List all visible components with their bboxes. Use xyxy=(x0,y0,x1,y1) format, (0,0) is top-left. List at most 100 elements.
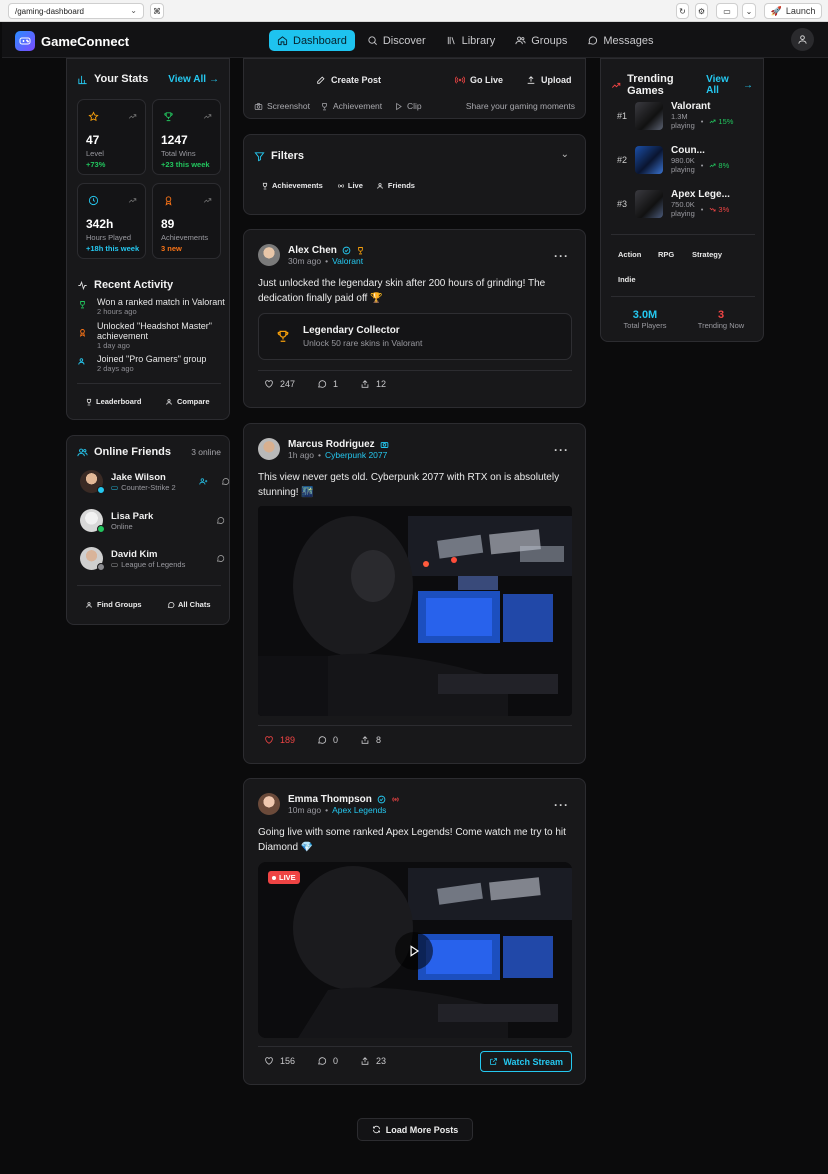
stat-label: Achievements xyxy=(161,233,209,242)
user-icon xyxy=(798,35,807,44)
verified-icon xyxy=(377,795,386,803)
message-icon[interactable] xyxy=(221,477,230,486)
find-groups-button[interactable]: Find Groups xyxy=(86,600,142,609)
stat-hours-played[interactable]: 342h Hours Played +18h this week xyxy=(77,183,146,259)
window-icon[interactable]: ▭ xyxy=(716,3,738,19)
friend-item[interactable]: David Kim ▭ League of Legends xyxy=(80,547,225,571)
trophy-icon xyxy=(86,398,92,405)
comment-button[interactable]: 1 xyxy=(317,379,338,389)
post-game[interactable]: Cyberpunk 2077 xyxy=(325,450,387,460)
nav-messages[interactable]: Messages xyxy=(579,30,661,51)
watch-stream-label: Watch Stream xyxy=(503,1056,563,1067)
filters-title-text: Filters xyxy=(271,150,305,162)
post-author[interactable]: Marcus Rodriguez xyxy=(288,439,375,450)
play-button[interactable] xyxy=(395,932,433,970)
message-icon[interactable] xyxy=(216,554,225,563)
comment-button[interactable]: 0 xyxy=(317,735,338,745)
chevron-down-icon[interactable]: ⌄ xyxy=(742,3,756,19)
camera-icon xyxy=(380,441,389,448)
nav-discover[interactable]: Discover xyxy=(359,30,434,51)
profile-button[interactable] xyxy=(791,28,814,51)
trending-down-icon xyxy=(710,207,716,211)
recent-activity-title: Recent Activity xyxy=(77,279,173,291)
filters-card: Filters ⌄ Achievements Live Friends xyxy=(243,134,586,215)
leaderboard-button[interactable]: Leaderboard xyxy=(85,397,141,406)
trending-game-row[interactable]: #3 Apex Lege... 750.0K playing • 3% xyxy=(617,189,730,218)
reload-icon[interactable]: ↻ xyxy=(676,3,689,19)
post-image[interactable] xyxy=(258,506,572,716)
share-button[interactable]: 8 xyxy=(360,735,381,745)
upload-button[interactable]: Upload xyxy=(526,75,572,85)
watch-stream-button[interactable]: Watch Stream xyxy=(480,1051,572,1072)
total-players-stat: 3.0M Total Players xyxy=(611,309,679,330)
screenshot-button[interactable]: Screenshot xyxy=(254,101,310,111)
chevron-down-icon[interactable]: ⌄ xyxy=(130,6,137,15)
game-change: 15% xyxy=(718,116,734,126)
live-stream-preview[interactable]: LIVE xyxy=(258,862,572,1038)
divider xyxy=(77,383,221,384)
avatar[interactable] xyxy=(258,793,280,815)
filter-chip-friends[interactable]: Friends xyxy=(377,181,415,190)
load-more-button[interactable]: Load More Posts xyxy=(357,1118,473,1141)
extension-icon[interactable]: ⌘ xyxy=(150,3,164,19)
like-button[interactable]: 156 xyxy=(264,1056,295,1066)
brand[interactable]: GameConnect xyxy=(15,31,129,51)
activity-time: 2 days ago xyxy=(97,364,134,373)
clip-button[interactable]: Clip xyxy=(394,101,422,111)
share-count: 8 xyxy=(376,735,382,745)
post-author[interactable]: Alex Chen xyxy=(288,245,337,256)
create-post-button[interactable]: Create Post xyxy=(316,75,381,85)
all-chats-button[interactable]: All Chats xyxy=(167,600,211,609)
top-navigation: GameConnect Dashboard Discover Library G… xyxy=(2,22,828,58)
friend-item[interactable]: Lisa Park Online xyxy=(80,509,225,533)
more-options-icon[interactable]: ··· xyxy=(554,443,569,457)
go-live-label: Go Live xyxy=(470,75,504,85)
share-button[interactable]: 12 xyxy=(360,379,386,389)
avatar[interactable] xyxy=(258,438,280,460)
genre-chip[interactable]: Indie xyxy=(618,275,636,284)
message-icon[interactable] xyxy=(216,516,225,525)
activity-time: 1 day ago xyxy=(97,341,130,350)
genre-chip[interactable]: RPG xyxy=(658,250,674,259)
address-bar[interactable]: /gaming-dashboard ⌄ xyxy=(8,3,144,19)
genre-chip[interactable]: Strategy xyxy=(692,250,722,259)
stat-achievements[interactable]: 89 Achievements 3 new xyxy=(152,183,221,259)
trending-up-icon xyxy=(128,114,137,119)
chevron-down-icon[interactable]: ⌄ xyxy=(561,149,569,160)
filter-chip-achievements[interactable]: Achievements xyxy=(261,181,323,190)
post-game[interactable]: Valorant xyxy=(332,256,363,266)
achievement-button[interactable]: Achievement xyxy=(320,101,382,111)
stats-view-all-link[interactable]: View All → xyxy=(168,74,219,85)
share-button[interactable]: 23 xyxy=(360,1056,386,1066)
compare-button[interactable]: Compare xyxy=(166,397,210,406)
comment-button[interactable]: 0 xyxy=(317,1056,338,1066)
trending-view-all-link[interactable]: View All → xyxy=(706,74,753,96)
nav-groups[interactable]: Groups xyxy=(507,30,575,51)
total-players-label: Total Players xyxy=(623,321,667,330)
stat-total-wins[interactable]: 1247 Total Wins +23 this week xyxy=(152,99,221,175)
post-author[interactable]: Emma Thompson xyxy=(288,794,372,805)
nav-library[interactable]: Library xyxy=(438,30,504,51)
more-options-icon[interactable]: ··· xyxy=(554,798,569,812)
friend-item[interactable]: Jake Wilson ▭ Counter-Strike 2 xyxy=(80,470,230,494)
trending-up-icon xyxy=(611,82,621,88)
genre-chip[interactable]: Action xyxy=(618,250,641,259)
trending-game-row[interactable]: #1 Valorant 1.3M playing • 15% xyxy=(617,101,733,130)
settings-icon[interactable]: ⚙ xyxy=(695,3,708,19)
launch-button[interactable]: 🚀 Launch xyxy=(764,3,822,19)
post-game[interactable]: Apex Legends xyxy=(332,805,386,815)
trending-game-row[interactable]: #2 Coun... 980.0K playing • 8% xyxy=(617,145,729,174)
divider xyxy=(258,725,572,726)
go-live-button[interactable]: Go Live xyxy=(455,75,503,85)
activity-time: 2 hours ago xyxy=(97,307,137,316)
invite-icon[interactable] xyxy=(199,477,208,486)
avatar[interactable] xyxy=(258,244,280,266)
like-button[interactable]: 247 xyxy=(264,379,295,389)
like-button[interactable]: 189 xyxy=(264,735,295,745)
users-icon xyxy=(86,601,92,608)
stat-level[interactable]: 47 Level +73% xyxy=(77,99,146,175)
app-name: GameConnect xyxy=(41,33,130,49)
filter-chip-live[interactable]: Live xyxy=(337,181,363,190)
nav-dashboard[interactable]: Dashboard xyxy=(269,30,355,51)
more-options-icon[interactable]: ··· xyxy=(554,249,569,263)
